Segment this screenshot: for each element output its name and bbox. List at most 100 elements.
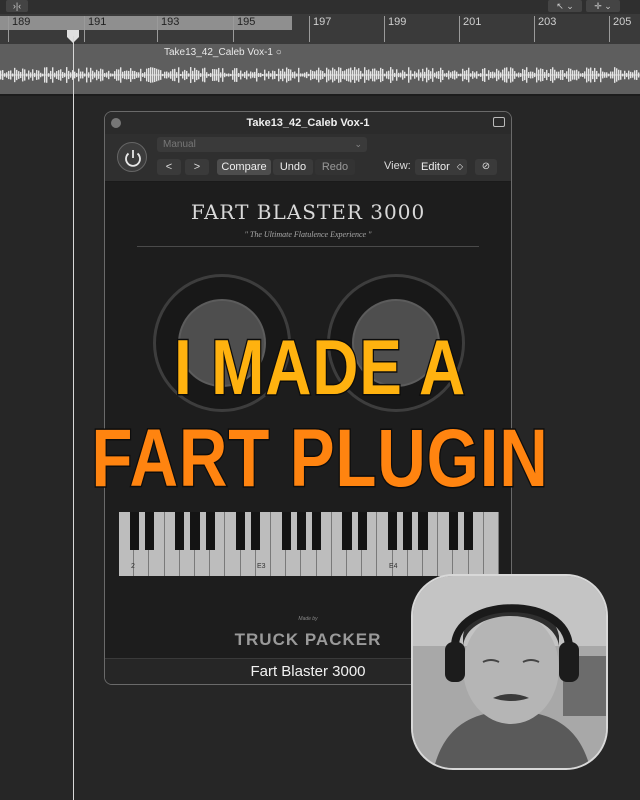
waveform-bar — [604, 72, 606, 78]
waveform-bar — [152, 67, 154, 83]
waveform-bar — [486, 73, 488, 77]
bar-ruler[interactable]: 189 191 193 195 197 199 201 203 205 — [0, 14, 640, 44]
black-key[interactable] — [281, 512, 291, 550]
waveform-bar — [48, 73, 50, 77]
plugin-titlebar[interactable]: Take13_42_Caleb Vox-1 — [105, 112, 511, 134]
black-key[interactable] — [236, 512, 246, 550]
compare-button[interactable]: Compare — [217, 159, 271, 175]
link-icon[interactable]: ⊘ — [475, 159, 497, 175]
waveform-bar — [504, 67, 506, 83]
pencil-tool-icon[interactable]: ✛ ⌄ — [586, 0, 620, 12]
black-key[interactable] — [251, 512, 261, 550]
waveform-bar — [160, 70, 162, 80]
waveform-bar — [190, 67, 192, 83]
black-key[interactable] — [205, 512, 215, 550]
waveform-bar — [580, 73, 582, 77]
piano-keyboard[interactable]: 2 E3 E4 — [119, 512, 499, 576]
black-key[interactable] — [464, 512, 474, 550]
waveform-bar — [462, 68, 464, 82]
waveform-bar — [122, 71, 124, 79]
waveform-bar — [480, 73, 482, 77]
waveform-bar — [2, 70, 4, 80]
black-key[interactable] — [388, 512, 398, 550]
black-key[interactable] — [342, 512, 352, 550]
waveform-bar — [304, 72, 306, 78]
waveform-bar — [408, 67, 410, 83]
black-key[interactable] — [403, 512, 413, 550]
waveform-bar — [344, 70, 346, 80]
pointer-tool-icon[interactable]: ↖ ⌄ — [548, 0, 582, 12]
key-label: E4 — [389, 563, 398, 570]
redo-button[interactable]: Redo — [315, 159, 355, 175]
waveform-bar — [80, 71, 82, 79]
waveform-bar — [416, 72, 418, 78]
waveform-bar — [418, 69, 420, 81]
waveform-bar — [180, 73, 182, 77]
waveform-bar — [106, 72, 108, 78]
black-key[interactable] — [296, 512, 306, 550]
waveform-bar — [246, 70, 248, 80]
waveform-bar — [514, 71, 516, 79]
waveform-bar — [424, 71, 426, 79]
power-button[interactable] — [117, 142, 147, 172]
waveform-bar — [316, 70, 318, 80]
black-key[interactable] — [418, 512, 428, 550]
waveform-bar — [238, 72, 240, 78]
waveform-bar — [4, 73, 6, 77]
black-key[interactable] — [175, 512, 185, 550]
ruler-mark: 199 — [384, 16, 406, 42]
waveform-bar — [626, 72, 628, 78]
white-key[interactable] — [483, 512, 499, 576]
waveform-bar — [326, 67, 328, 83]
plugin-name: FART BLASTER 3000 — [190, 200, 426, 224]
waveform-bar — [272, 70, 274, 80]
black-key[interactable] — [448, 512, 458, 550]
expand-icon[interactable] — [493, 117, 505, 127]
waveform-bar — [28, 70, 30, 80]
waveform-bar — [602, 71, 604, 79]
black-key[interactable] — [144, 512, 154, 550]
waveform-bar — [590, 67, 592, 83]
waveform-bar — [294, 71, 296, 79]
waveform-bar — [292, 72, 294, 78]
caption-line-1: I MADE A — [173, 322, 467, 413]
collapse-icon[interactable]: ›|‹ — [6, 0, 28, 12]
waveform-bar — [494, 72, 496, 78]
waveform-bar — [170, 71, 172, 79]
waveform-bar — [218, 67, 220, 83]
waveform-bar — [378, 70, 380, 80]
previous-preset-button[interactable]: < — [157, 159, 181, 175]
undo-button[interactable]: Undo — [273, 159, 313, 175]
next-preset-button[interactable]: > — [185, 159, 209, 175]
black-key[interactable] — [129, 512, 139, 550]
audio-region[interactable]: Take13_42_Caleb Vox-1 ○ — [0, 44, 640, 94]
waveform-bar — [140, 68, 142, 82]
waveform-bar — [582, 73, 584, 77]
waveform-bar — [620, 70, 622, 80]
preset-select[interactable]: Manual ⌄ — [157, 137, 367, 152]
waveform-bar — [464, 70, 466, 80]
waveform-bar — [614, 67, 616, 83]
waveform-bar — [370, 71, 372, 79]
waveform-bar — [530, 71, 532, 79]
waveform-bar — [192, 70, 194, 80]
black-key[interactable] — [357, 512, 367, 550]
black-key[interactable] — [190, 512, 200, 550]
waveform-bar — [562, 70, 564, 80]
waveform-bar — [506, 67, 508, 83]
waveform-bar — [30, 72, 32, 78]
waveform-bar — [394, 72, 396, 78]
waveform-bar — [612, 71, 614, 79]
waveform-bar — [548, 73, 550, 77]
waveform-bar — [588, 68, 590, 82]
waveform-bar — [290, 69, 292, 81]
ruler-mark: 195 — [233, 16, 255, 42]
waveform-bar — [128, 70, 130, 80]
black-key[interactable] — [312, 512, 322, 550]
waveform-bar — [406, 73, 408, 77]
waveform-bar — [528, 72, 530, 78]
waveform-bar — [210, 72, 212, 78]
waveform-bar — [422, 68, 424, 82]
waveform-bar — [216, 69, 218, 81]
view-select[interactable]: Editor ◇ — [415, 159, 467, 175]
